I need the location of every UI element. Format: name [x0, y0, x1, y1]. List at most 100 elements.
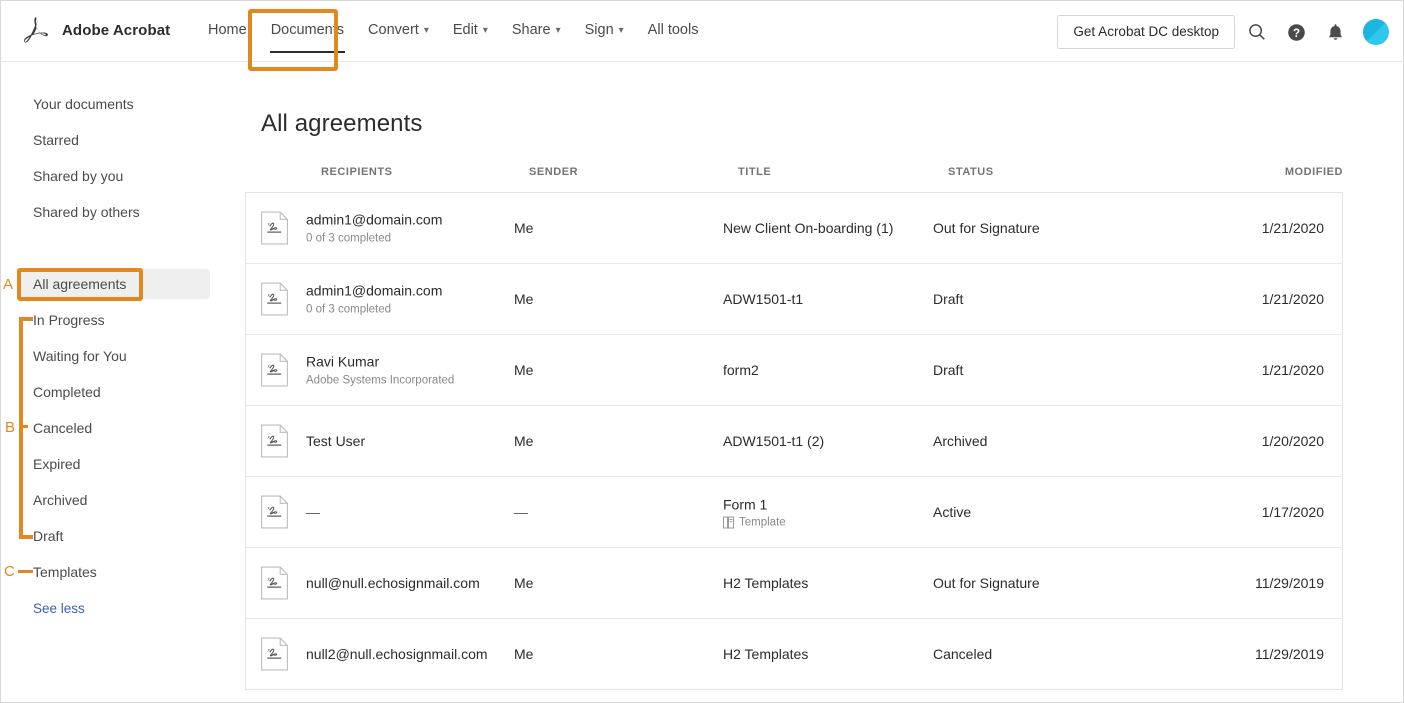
agreement-title: ADW1501-t1 — [723, 291, 804, 307]
cell-sender: Me — [514, 291, 534, 307]
avatar[interactable] — [1363, 19, 1389, 45]
help-icon[interactable]: ? — [1279, 16, 1313, 49]
table-row[interactable]: x admin1@domain.com 0 of 3 completed Me … — [246, 264, 1342, 335]
cell-recipients: admin1@domain.com 0 of 3 completed — [306, 282, 442, 317]
agreement-title: ADW1501-t1 (2) — [723, 433, 825, 449]
column-header-sender: SENDER — [529, 166, 579, 178]
table-row[interactable]: x — — Form 1 Template Active 1/17/2020 — [246, 477, 1342, 548]
svg-text:?: ? — [1292, 28, 1299, 40]
search-icon[interactable] — [1240, 16, 1274, 49]
agreement-doc-icon: x — [261, 353, 288, 387]
table-row[interactable]: x null2@null.echosignmail.com Me H2 Temp… — [246, 619, 1342, 690]
table-row[interactable]: x null@null.echosignmail.com Me H2 Templ… — [246, 548, 1342, 619]
agreement-title: H2 Templates — [723, 575, 809, 591]
sidebar-item-label: All agreements — [33, 276, 127, 292]
page-title: All agreements — [261, 110, 423, 137]
recipient-name: admin1@domain.com — [306, 211, 443, 228]
template-badge: Template — [723, 516, 786, 529]
cell-recipients: null2@null.echosignmail.com — [306, 645, 488, 663]
cell-recipients: — — [306, 503, 320, 521]
cell-recipients: Ravi Kumar Adobe Systems Incorporated — [306, 353, 454, 388]
table-row[interactable]: x Ravi Kumar Adobe Systems Incorporated … — [246, 335, 1342, 406]
template-icon — [723, 516, 734, 529]
cell-title: Form 1 Template — [723, 496, 786, 529]
template-badge-label: Template — [739, 516, 786, 529]
cell-modified: 1/17/2020 — [1261, 504, 1324, 520]
column-header-title: TITLE — [738, 166, 772, 178]
nav-item-documents[interactable]: Documents — [259, 1, 356, 62]
header-actions: Get Acrobat DC desktop ? — [1057, 15, 1389, 49]
sidebar-item-expired[interactable]: Expired — [19, 449, 94, 479]
sidebar-item-starred[interactable]: Starred — [19, 125, 93, 155]
cell-modified: 11/29/2019 — [1254, 575, 1324, 591]
main-nav: Home Documents Convert ▾ Edit ▾ Share ▾ Sig… — [196, 1, 710, 62]
sidebar-item-label: Draft — [33, 528, 64, 544]
nav-item-all-tools[interactable]: All tools — [636, 1, 711, 62]
sidebar-item-completed[interactable]: Completed — [19, 377, 115, 407]
agreement-title: H2 Templates — [723, 646, 809, 662]
sidebar-item-archived[interactable]: Archived — [19, 485, 101, 515]
status-badge: Active — [933, 504, 972, 520]
sidebar-item-shared-by-others[interactable]: Shared by others — [19, 197, 154, 227]
agreement-title: New Client On-boarding (1) — [723, 220, 894, 236]
sidebar-item-label: Shared by others — [33, 204, 140, 220]
main-content: All agreements RECIPIENTS SENDER TITLE S… — [229, 62, 1403, 702]
chevron-down-icon: ▾ — [618, 25, 624, 36]
app-header: Adobe Acrobat Home Documents Convert ▾ Ed… — [1, 1, 1403, 62]
brand[interactable]: Adobe Acrobat — [23, 15, 170, 45]
agreement-doc-icon: x — [261, 495, 288, 529]
nav-label: Sign — [584, 22, 614, 38]
column-header-modified: MODIFIED — [1284, 166, 1343, 178]
cell-title: New Client On-boarding (1) — [723, 219, 893, 237]
column-header-status: STATUS — [948, 166, 994, 178]
table-row[interactable]: x admin1@domain.com 0 of 3 completed Me … — [246, 193, 1342, 264]
nav-item-sign[interactable]: Sign ▾ — [573, 1, 636, 62]
sidebar-item-canceled[interactable]: Canceled — [19, 413, 106, 443]
cell-title: ADW1501-t1 — [723, 290, 803, 308]
nav-label: Documents — [270, 22, 345, 38]
sidebar-item-all-agreements[interactable]: All agreements — [19, 269, 210, 299]
nav-item-home[interactable]: Home — [196, 1, 259, 62]
recipient-name: admin1@domain.com — [306, 282, 443, 299]
nav-item-share[interactable]: Share ▾ — [500, 1, 573, 62]
acrobat-documents-page: Adobe Acrobat Home Documents Convert ▾ Ed… — [0, 0, 1404, 703]
agreement-title: Form 1 — [723, 496, 768, 513]
see-less-link[interactable]: See less — [33, 601, 85, 616]
cell-recipients: null@null.echosignmail.com — [306, 574, 480, 592]
chevron-down-icon: ▾ — [482, 25, 488, 36]
cell-recipients: Test User — [306, 432, 365, 450]
chevron-down-icon: ▾ — [555, 25, 561, 36]
cell-title: H2 Templates — [723, 574, 808, 592]
sidebar-item-label: Completed — [33, 384, 101, 400]
cell-modified: 1/21/2020 — [1261, 291, 1324, 307]
sidebar-item-templates[interactable]: Templates — [19, 557, 111, 587]
sidebar-item-your-documents[interactable]: Your documents — [19, 89, 148, 119]
column-header-recipients: RECIPIENTS — [321, 166, 393, 178]
recipient-company: Adobe Systems Incorporated — [306, 374, 455, 387]
agreement-doc-icon: x — [261, 211, 288, 245]
agreement-doc-icon: x — [261, 424, 288, 458]
sidebar-item-in-progress[interactable]: In Progress — [19, 305, 119, 335]
agreement-title: form2 — [723, 362, 759, 378]
nav-item-convert[interactable]: Convert ▾ — [356, 1, 441, 62]
nav-label: All tools — [647, 22, 699, 38]
cell-sender: — — [514, 504, 528, 520]
recipient-name: null@null.echosignmail.com — [306, 575, 480, 591]
table-row[interactable]: x Test User Me ADW1501-t1 (2) Archived 1… — [246, 406, 1342, 477]
bell-icon[interactable] — [1318, 16, 1352, 49]
status-badge: Archived — [933, 433, 988, 449]
sidebar-item-draft[interactable]: Draft — [19, 521, 77, 551]
sidebar-item-label: Waiting for You — [33, 348, 127, 364]
get-acrobat-dc-desktop-button[interactable]: Get Acrobat DC desktop — [1057, 15, 1235, 49]
cell-modified: 11/29/2019 — [1254, 646, 1324, 662]
status-badge: Out for Signature — [933, 575, 1040, 591]
sidebar: Your documents Starred Shared by you Sha… — [1, 62, 229, 702]
sidebar-item-waiting-for-you[interactable]: Waiting for You — [19, 341, 141, 371]
sidebar-item-label: Archived — [33, 492, 88, 508]
cell-title: H2 Templates — [723, 645, 808, 663]
cell-modified: 1/20/2020 — [1261, 433, 1324, 449]
sidebar-item-shared-by-you[interactable]: Shared by you — [19, 161, 137, 191]
sidebar-item-label: Canceled — [33, 420, 93, 436]
brand-name: Adobe Acrobat — [62, 21, 171, 39]
nav-item-edit[interactable]: Edit ▾ — [441, 1, 500, 62]
